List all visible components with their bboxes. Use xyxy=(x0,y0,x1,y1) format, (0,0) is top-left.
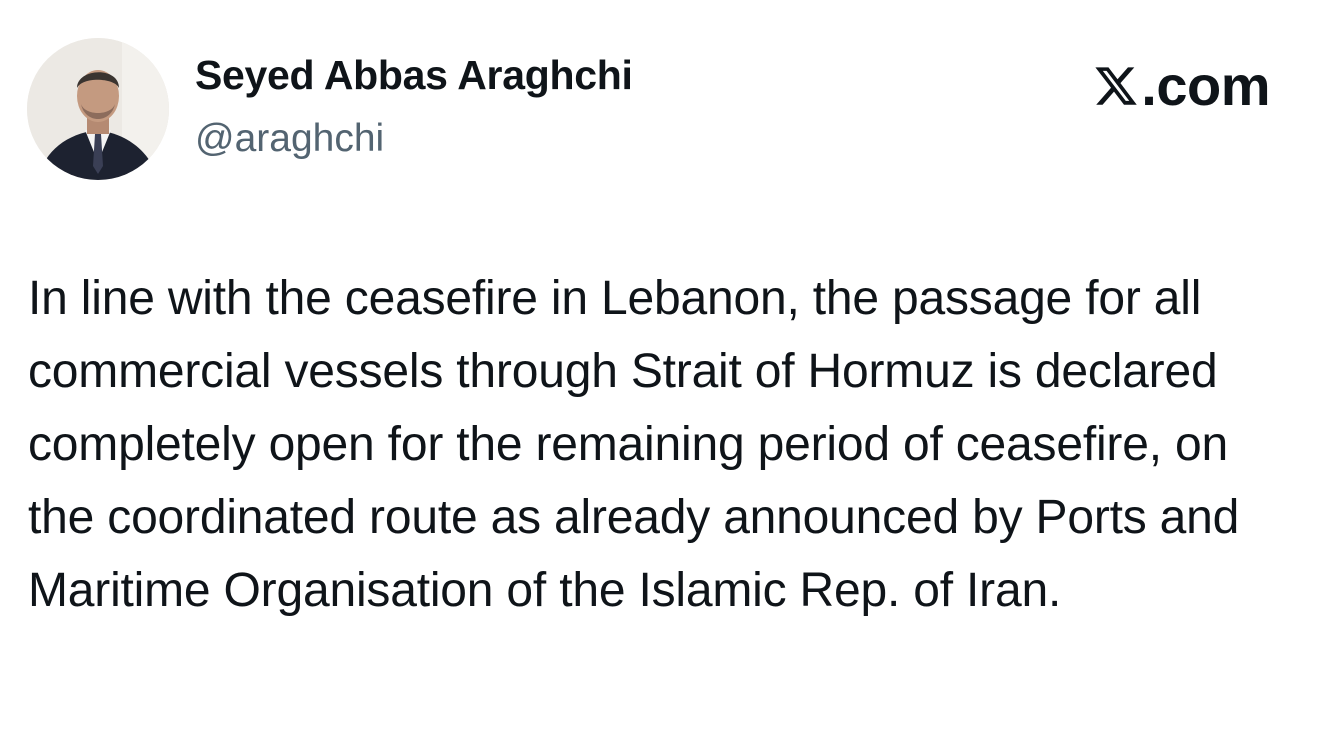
author-handle[interactable]: @araghchi xyxy=(195,117,384,161)
author-display-name[interactable]: Seyed Abbas Araghchi xyxy=(195,52,633,99)
tweet-card: Seyed Abbas Araghchi @araghchi .com In l… xyxy=(0,0,1320,742)
x-brand: .com xyxy=(1093,58,1270,114)
tweet-text: In line with the ceasefire in Lebanon, t… xyxy=(28,272,1240,617)
avatar[interactable] xyxy=(27,38,169,180)
brand-domain-text: .com xyxy=(1141,54,1270,117)
x-logo-icon xyxy=(1095,67,1138,105)
profile-photo-icon xyxy=(27,38,169,180)
